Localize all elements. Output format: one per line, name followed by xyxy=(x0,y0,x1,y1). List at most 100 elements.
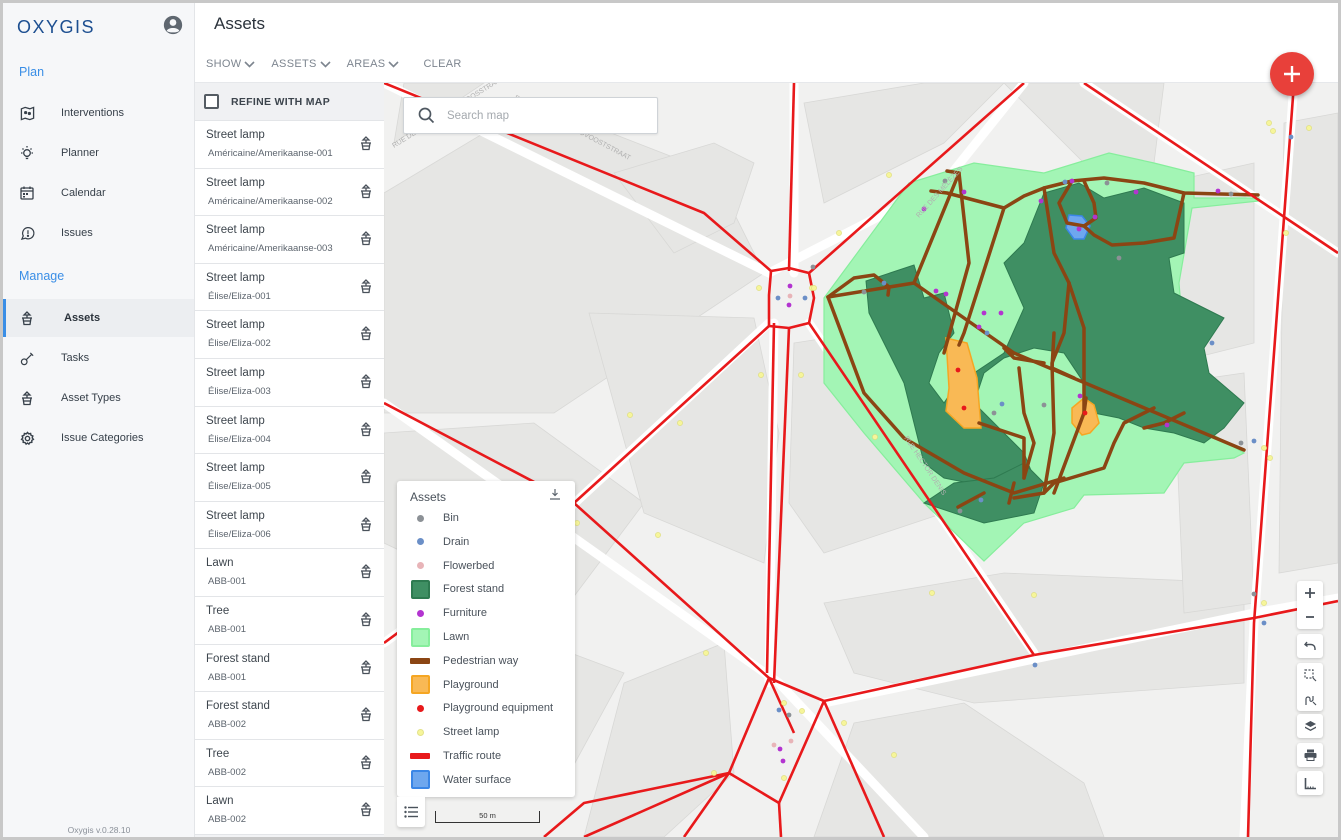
drain-marker[interactable] xyxy=(802,295,808,301)
street-lamp-marker[interactable] xyxy=(781,775,787,781)
drain-marker[interactable] xyxy=(1251,438,1257,444)
drain-marker[interactable] xyxy=(776,707,782,713)
furniture-marker[interactable] xyxy=(1038,198,1044,204)
furniture-marker[interactable] xyxy=(943,291,949,297)
street-lamp-marker[interactable] xyxy=(836,230,842,236)
bin-marker[interactable] xyxy=(957,508,963,514)
furniture-marker[interactable] xyxy=(1092,214,1098,220)
asset-list-item[interactable]: Street lamp Élise/Eliza-001 xyxy=(195,263,384,312)
download-icon[interactable] xyxy=(549,488,561,500)
drain-marker[interactable] xyxy=(984,330,990,336)
asset-list-item[interactable]: Tree ABB-002 xyxy=(195,739,384,788)
street-lamp-marker[interactable] xyxy=(627,412,633,418)
flowerbed-marker[interactable] xyxy=(771,742,777,748)
asset-list-item[interactable]: Street lamp Élise/Eliza-004 xyxy=(195,406,384,455)
street-lamp-marker[interactable] xyxy=(655,532,661,538)
street-lamp-marker[interactable] xyxy=(677,420,683,426)
asset-list-item[interactable]: Forest stand ABB-002 xyxy=(195,692,384,740)
clear-filters-button[interactable]: CLEAR xyxy=(423,58,461,70)
furniture-marker[interactable] xyxy=(1164,422,1170,428)
asset-list-item[interactable]: Lawn ABB-002 xyxy=(195,787,384,835)
street-lamp-marker[interactable] xyxy=(799,708,805,714)
select-lasso-button[interactable] xyxy=(1297,687,1323,711)
drain-marker[interactable] xyxy=(1062,179,1068,185)
bin-marker[interactable] xyxy=(1104,180,1110,186)
map-view[interactable]: RUE DU PRÉVÔT - PROVOOSTSTRAAT RUE DE TE… xyxy=(384,83,1338,837)
bin-marker[interactable] xyxy=(1228,191,1234,197)
street-lamp-marker[interactable] xyxy=(1261,600,1267,606)
bin-marker[interactable] xyxy=(810,264,816,270)
furniture-marker[interactable] xyxy=(998,310,1004,316)
sidebar-item-issue-categories[interactable]: Issue Categories xyxy=(3,419,194,457)
sidebar-item-planner[interactable]: Planner xyxy=(3,134,194,172)
sidebar-item-interventions[interactable]: Interventions xyxy=(3,94,194,132)
drain-marker[interactable] xyxy=(775,295,781,301)
street-lamp-marker[interactable] xyxy=(1266,120,1272,126)
zoom-out-button[interactable] xyxy=(1297,605,1323,629)
furniture-marker[interactable] xyxy=(777,746,783,752)
asset-list-item[interactable]: Forest stand ABB-001 xyxy=(195,644,384,693)
playground-equipment-marker[interactable] xyxy=(1082,410,1088,416)
layers-button[interactable] xyxy=(1297,714,1323,738)
drain-marker[interactable] xyxy=(881,280,887,286)
street-lamp-marker[interactable] xyxy=(1306,125,1312,131)
furniture-marker[interactable] xyxy=(1069,178,1075,184)
furniture-marker[interactable] xyxy=(786,302,792,308)
asset-list-item[interactable]: Street lamp Américaine/Amerikaanse-002 xyxy=(195,168,384,217)
user-account-icon[interactable] xyxy=(163,15,183,35)
asset-list-item[interactable]: Lawn ABB-001 xyxy=(195,549,384,597)
print-button[interactable] xyxy=(1297,743,1323,767)
street-lamp-marker[interactable] xyxy=(872,434,878,440)
street-lamp-marker[interactable] xyxy=(891,752,897,758)
refine-with-map-checkbox[interactable] xyxy=(204,94,219,109)
flowerbed-marker[interactable] xyxy=(788,738,794,744)
drain-marker[interactable] xyxy=(978,497,984,503)
furniture-marker[interactable] xyxy=(981,310,987,316)
select-box-button[interactable] xyxy=(1297,663,1323,687)
street-lamp-marker[interactable] xyxy=(1267,455,1273,461)
street-lamp-marker[interactable] xyxy=(841,720,847,726)
furniture-marker[interactable] xyxy=(1215,188,1221,194)
bin-marker[interactable] xyxy=(1238,440,1244,446)
street-lamp-marker[interactable] xyxy=(1261,445,1267,451)
street-lamp-marker[interactable] xyxy=(798,372,804,378)
furniture-marker[interactable] xyxy=(1076,226,1082,232)
asset-list-item[interactable]: Street lamp Élise/Eliza-003 xyxy=(195,358,384,407)
furniture-marker[interactable] xyxy=(976,324,982,330)
furniture-marker[interactable] xyxy=(1133,189,1139,195)
street-lamp-marker[interactable] xyxy=(703,650,709,656)
areas-filter-dropdown[interactable]: AREAS xyxy=(347,58,400,70)
bin-marker[interactable] xyxy=(1116,255,1122,261)
asset-list-item[interactable]: Street lamp Élise/Eliza-005 xyxy=(195,454,384,502)
bin-marker[interactable] xyxy=(861,289,867,295)
drain-marker[interactable] xyxy=(1288,134,1294,140)
bin-marker[interactable] xyxy=(991,410,997,416)
furniture-marker[interactable] xyxy=(961,189,967,195)
street-lamp-marker[interactable] xyxy=(1283,230,1289,236)
furniture-marker[interactable] xyxy=(933,288,939,294)
street-lamp-marker[interactable] xyxy=(574,520,580,526)
map-search-input[interactable] xyxy=(447,109,637,122)
asset-list-item[interactable]: Street lamp Américaine/Amerikaanse-001 xyxy=(195,121,384,169)
furniture-marker[interactable] xyxy=(787,283,793,289)
flowerbed-marker[interactable] xyxy=(787,293,793,299)
bin-marker[interactable] xyxy=(786,712,792,718)
add-asset-button[interactable] xyxy=(1270,52,1314,96)
asset-list-item[interactable]: Tree ABB-001 xyxy=(195,596,384,645)
sidebar-item-tasks[interactable]: Tasks xyxy=(3,339,194,377)
street-lamp-marker[interactable] xyxy=(929,590,935,596)
drain-marker[interactable] xyxy=(1032,662,1038,668)
drain-marker[interactable] xyxy=(999,401,1005,407)
street-lamp-marker[interactable] xyxy=(781,700,787,706)
street-lamp-marker[interactable] xyxy=(758,372,764,378)
asset-list-item[interactable]: Street lamp Élise/Eliza-006 xyxy=(195,501,384,550)
drain-marker[interactable] xyxy=(1261,620,1267,626)
sidebar-item-asset-types[interactable]: Asset Types xyxy=(3,379,194,417)
sidebar-item-assets[interactable]: Assets xyxy=(3,299,194,337)
street-lamp-marker[interactable] xyxy=(886,172,892,178)
sidebar-item-calendar[interactable]: Calendar xyxy=(3,174,194,212)
street-lamp-marker[interactable] xyxy=(756,285,762,291)
street-lamp-marker[interactable] xyxy=(1270,128,1276,134)
map-search-box[interactable] xyxy=(403,97,658,134)
playground-equipment-marker[interactable] xyxy=(961,405,967,411)
